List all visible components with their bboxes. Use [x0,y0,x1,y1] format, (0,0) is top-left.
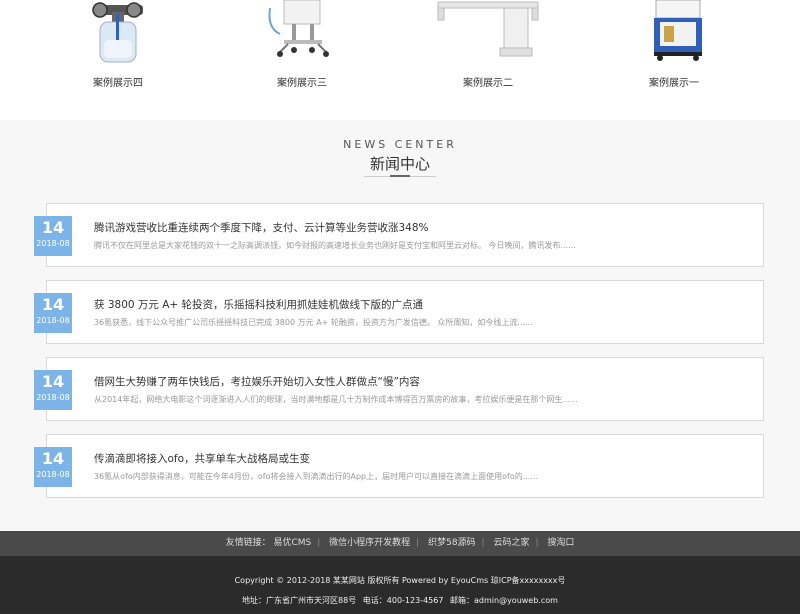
news-title-link[interactable]: 借网生大势赚了两年快钱后，考拉娱乐开始切入女性人群做点“慢”内容 [94,374,420,389]
friend-links-bar: 友情链接： 易优CMS | 微信小程序开发教程 | 织梦58源码 | 云码之家 | 搜淘… [0,531,800,556]
date-badge: 14 2018-08 [34,216,72,256]
link-separator: | [535,538,539,548]
case-item[interactable]: 案例展示二 [408,0,568,120]
case-caption[interactable]: 案例展示一 [594,74,754,89]
email-text: 邮箱：admin@youweb.com [450,596,558,605]
news-summary: 36氪获悉，线下公众号推广公司乐摇摇科技已完成 3800 万元 A+ 轮融资，投… [94,318,533,327]
friend-link[interactable]: 微信小程序开发教程 [329,531,410,556]
date-day: 14 [41,218,65,237]
date-badge: 14 2018-08 [34,447,72,487]
footer: Copyright © 2012-2018 某某网站 版权所有 Powered … [0,556,800,614]
copyright-text: Copyright © 2012-2018 某某网站 版权所有 Powered … [234,576,566,585]
news-item[interactable]: 14 2018-08 腾讯游戏营收比重连续两个季度下降，支付、云计算等业务营收涨… [34,203,764,267]
news-title-link[interactable]: 腾讯游戏营收比重连续两个季度下降，支付、云计算等业务营收涨348% [94,220,429,235]
news-item[interactable]: 14 2018-08 传滴滴即将接入ofo，共享单车大战格局或生变 36氪从of… [34,434,764,498]
date-day: 14 [41,372,65,391]
date-day: 14 [41,449,65,468]
friend-link[interactable]: 搜淘口 [547,531,574,556]
date-year-month: 2018-08 [36,470,70,479]
link-separator: | [317,538,321,548]
contact-info: 地址：广东省广州市天河区88号 电话：400-123-4567 邮箱：admin… [0,595,800,606]
case-item[interactable]: 案例展示四 [38,0,198,120]
news-title-link[interactable]: 获 3800 万元 A+ 轮投资，乐摇摇科技利用抓娃娃机做线下版的广点通 [94,297,423,312]
news-center: NEWS CENTER 新闻中心 14 2018-08 腾讯游戏营收比重连续两个… [0,120,800,531]
case-caption[interactable]: 案例展示二 [408,74,568,89]
link-separator: | [481,538,485,548]
link-separator: | [416,538,420,548]
friend-link[interactable]: 织梦58源码 [428,531,475,556]
news-summary: 腾讯不仅在阿里总是大家花钱的双十一之际高调派钱，如今财报的高速增长业务也刚好是支… [94,241,576,250]
friend-link[interactable]: 云码之家 [493,531,529,556]
address-text: 地址：广东省广州市天河区88号 [242,596,357,605]
case-image-operating-table[interactable] [408,0,568,70]
date-year-month: 2018-08 [36,316,70,325]
news-summary: 36氪从ofo内部获得消息，可能在今年4月份，ofo将会接入到滴滴出行的App上… [94,472,538,481]
case-item[interactable]: 案例展示三 [222,0,382,120]
case-image-anesthesia-machine[interactable] [222,0,382,70]
case-image-oxygen-regulator[interactable] [38,0,198,70]
date-day: 14 [41,295,65,314]
news-item[interactable]: 14 2018-08 获 3800 万元 A+ 轮投资，乐摇摇科技利用抓娃娃机做… [34,280,764,344]
date-year-month: 2018-08 [36,239,70,248]
phone-text: 电话：400-123-4567 [362,596,444,605]
date-year-month: 2018-08 [36,393,70,402]
heading-divider-accent [390,175,410,177]
case-caption[interactable]: 案例展示四 [38,74,198,89]
news-title-link[interactable]: 传滴滴即将接入ofo，共享单车大战格局或生变 [94,451,310,466]
case-item[interactable]: 案例展示一 [594,0,754,120]
date-badge: 14 2018-08 [34,370,72,410]
section-heading: 新闻中心 [369,155,430,173]
friend-link[interactable]: 易优CMS [273,531,311,556]
date-badge: 14 2018-08 [34,293,72,333]
friend-links-label: 友情链接： [225,538,271,548]
news-summary: 从2014年起，网络大电影这个词逐渐进入人们的眼球，当时满地都是几十万制作成本博… [94,395,578,404]
case-caption[interactable]: 案例展示三 [222,74,382,89]
case-image-medical-cart[interactable] [594,0,754,70]
section-heading-en: NEWS CENTER [343,138,457,151]
news-item[interactable]: 14 2018-08 借网生大势赚了两年快钱后，考拉娱乐开始切入女性人群做点“慢… [34,357,764,421]
case-showcase: 案例展示四 案例展示三 案例展示二 案例展示一 [0,0,800,120]
